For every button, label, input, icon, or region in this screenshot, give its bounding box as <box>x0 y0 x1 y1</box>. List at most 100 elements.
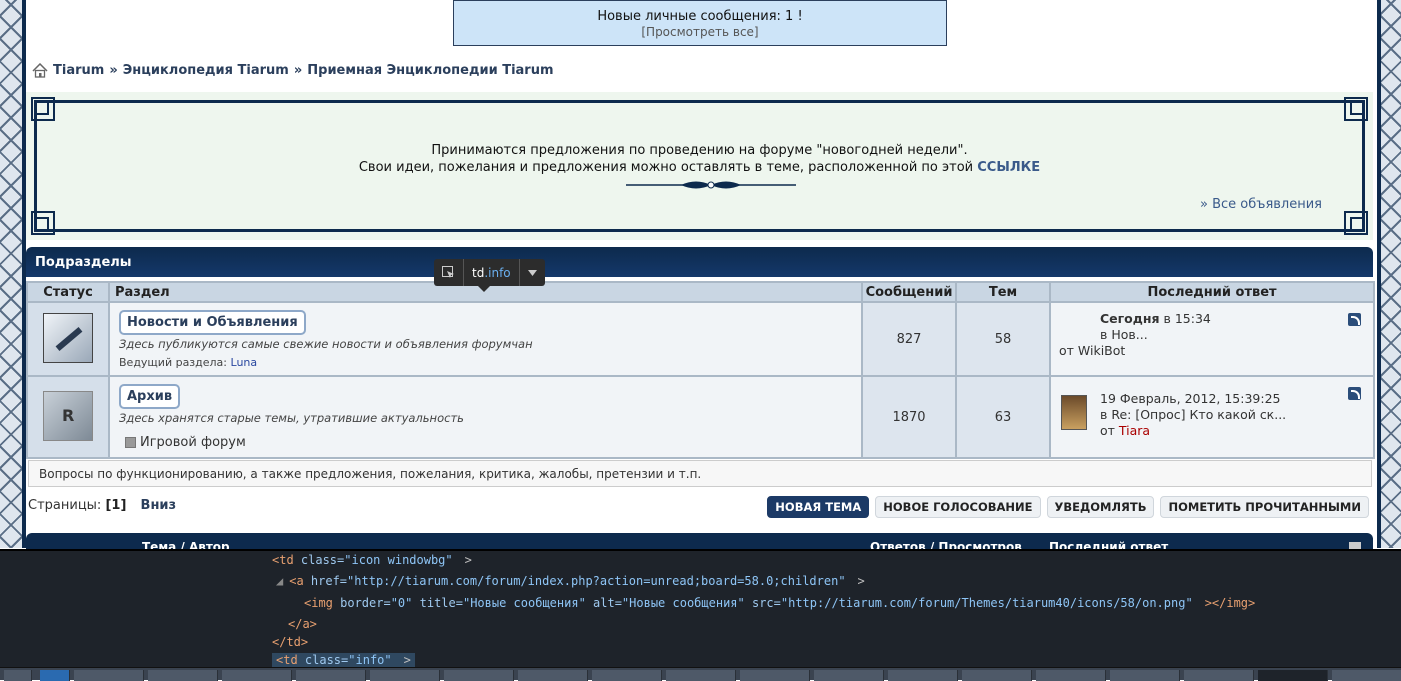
breadcrumb-slot[interactable] <box>592 670 662 681</box>
last-reply-topic-link[interactable]: в Нов... <box>1059 327 1365 342</box>
dom-tag: <td <box>272 553 294 567</box>
last-reply-author: от Tiara <box>1059 423 1365 438</box>
column-header-status: Статус <box>26 281 110 303</box>
new-poll-button[interactable]: НОВОЕ ГОЛОСОВАНИЕ <box>875 496 1041 518</box>
column-header-topic-author[interactable]: Тема / Автор <box>142 540 230 549</box>
breadcrumb-separator: » <box>293 63 303 78</box>
inspector-dropdown-icon[interactable] <box>520 259 545 286</box>
new-posts-icon[interactable] <box>43 312 93 363</box>
breadcrumb-slot[interactable] <box>962 670 1032 681</box>
board-last-reply-cell: 19 Февраль, 2012, 15:39:25 в Re: [Опрос]… <box>1049 375 1375 459</box>
dom-node-line-selected[interactable]: <td class="info" > <box>272 653 415 667</box>
view-all-pm-link[interactable]: [Просмотреть все] <box>454 25 946 39</box>
moderator-label: Ведущий раздела: <box>119 356 228 369</box>
announcement-link[interactable]: ССЫЛКЕ <box>977 160 1040 175</box>
last-reply-author-link[interactable]: Tiara <box>1119 423 1150 438</box>
boards-table: Статус Раздел Сообщений Тем Последний от… <box>26 281 1375 459</box>
board-last-reply-cell: Сегодня в 15:34 в Нов... от WikiBot <box>1049 301 1375 377</box>
breadcrumb-slot[interactable] <box>518 670 588 681</box>
frame-corner-ornament <box>31 97 61 127</box>
boards-table-header-row: Статус Раздел Сообщений Тем Последний от… <box>26 281 1375 303</box>
all-announcements-link[interactable]: » Все объявления <box>1200 197 1322 212</box>
dom-value: "info" <box>348 653 392 667</box>
go-down-link[interactable]: Вниз <box>141 498 177 513</box>
last-reply-author-link[interactable]: WikiBot <box>1078 343 1125 358</box>
dom-value: "http://tiarum.com/forum/Themes/tiarum40… <box>780 596 1193 610</box>
breadcrumb-slot[interactable] <box>1332 670 1401 681</box>
pages-label: Страницы: <box>28 498 102 513</box>
board-row: Новости и Объявления Здесь публикуются с… <box>26 301 1375 377</box>
breadcrumb-item-reception[interactable]: Приемная Энциклопедии Tiarum <box>307 63 553 78</box>
breadcrumb-slot-active[interactable] <box>1258 670 1328 681</box>
select-all-checkbox[interactable] <box>1349 542 1361 549</box>
current-page: [1] <box>105 498 127 513</box>
dom-tag-end: > <box>857 574 865 588</box>
breadcrumb-slot[interactable] <box>814 670 884 681</box>
column-header-last-reply: Последний ответ <box>1049 281 1375 303</box>
breadcrumb-slot[interactable] <box>4 670 32 681</box>
dom-attr: class= <box>297 653 349 667</box>
breadcrumb-slot[interactable] <box>888 670 958 681</box>
breadcrumb-slot[interactable] <box>296 670 366 681</box>
dom-node-line[interactable]: </a> <box>288 617 317 631</box>
breadcrumb-slot[interactable] <box>74 670 144 681</box>
devtools-html-panel: <td class="icon windowbg" > ◢ <a href="htt… <box>0 549 1401 667</box>
child-board-name[interactable]: Игровой форум <box>140 435 246 450</box>
home-icon <box>32 63 48 78</box>
dom-value: "Новые сообщения" <box>621 596 745 610</box>
dom-tag: <img <box>304 596 333 610</box>
breadcrumb-slot[interactable] <box>1036 670 1106 681</box>
breadcrumb-slot[interactable] <box>1110 670 1180 681</box>
dom-tag-end: > <box>403 653 411 667</box>
breadcrumb-slot[interactable] <box>444 670 514 681</box>
dom-tag-end: > <box>464 553 472 567</box>
breadcrumb-slot[interactable] <box>40 670 70 681</box>
mark-read-button[interactable]: ПОМЕТИТЬ ПРОЧИТАННЫМИ <box>1160 496 1369 518</box>
breadcrumb-slot[interactable] <box>1184 670 1254 681</box>
column-header-replies-views[interactable]: Ответов / Просмотров <box>870 540 1022 549</box>
last-reply-topic-link[interactable]: в Re: [Опрос] Кто какой ск... <box>1059 407 1365 422</box>
collapse-triangle-icon[interactable]: ◢ <box>276 574 283 588</box>
rss-icon[interactable] <box>1348 387 1361 400</box>
new-topic-button[interactable]: НОВАЯ ТЕМА <box>767 496 870 518</box>
inspector-class-name: .info <box>484 265 511 280</box>
inspector-tag-name: td <box>472 265 485 280</box>
left-ornament-border <box>0 0 22 548</box>
archive-board-icon[interactable] <box>43 390 93 441</box>
dom-value: "http://tiarum.com/forum/index.php?actio… <box>347 574 846 588</box>
avatar[interactable] <box>1061 395 1087 430</box>
board-name-link[interactable]: Новости и Объявления <box>119 310 306 335</box>
notify-button[interactable]: УВЕДОМЛЯТЬ <box>1046 496 1155 518</box>
pagination: Страницы: [1] Вниз <box>28 498 176 513</box>
rss-icon[interactable] <box>1348 313 1361 326</box>
dom-value: "0" <box>390 596 413 610</box>
breadcrumb-slot[interactable] <box>370 670 440 681</box>
board-info-bar: Вопросы по функционированию, а также пре… <box>28 460 1372 487</box>
breadcrumb: Tiarum » Энциклопедия Tiarum » Приемная … <box>32 63 554 78</box>
breadcrumb-slot[interactable] <box>666 670 736 681</box>
last-reply-date: Сегодня в 15:34 <box>1059 311 1365 326</box>
board-name-link[interactable]: Архив <box>119 384 181 409</box>
breadcrumb-slot[interactable] <box>148 670 218 681</box>
board-status-cell <box>26 301 110 377</box>
dom-tag: </td> <box>272 635 309 649</box>
dom-node-line[interactable]: <img border="0" title="Новые сообщения" … <box>304 596 1255 610</box>
column-header-last-reply-sort[interactable]: Последний ответ <box>1049 540 1168 549</box>
board-row: Архив Здесь хранятся старые темы, утрати… <box>26 375 1375 459</box>
breadcrumb-slot[interactable] <box>222 670 292 681</box>
announcement-frame: Принимаются предложения по проведению на… <box>31 97 1368 235</box>
child-board-item[interactable]: Игровой форум <box>119 435 853 450</box>
frame-corner-ornament <box>1338 205 1368 235</box>
breadcrumb-item-encyclopedia[interactable]: Энциклопедия Tiarum <box>123 63 289 78</box>
board-description: Здесь публикуются самые свежие новости и… <box>119 337 533 351</box>
moderator-link[interactable]: Luna <box>231 356 258 369</box>
dom-node-line[interactable]: </td> <box>272 635 308 649</box>
dom-node-line[interactable]: ◢ <a href="http://tiarum.com/forum/index.… <box>276 574 865 588</box>
subsections-header: Подразделы <box>26 247 1373 277</box>
breadcrumb-slot[interactable] <box>740 670 810 681</box>
breadcrumb-item-tiarum[interactable]: Tiarum <box>53 63 104 78</box>
divider-ornament-icon <box>626 181 796 189</box>
dom-tag: <a <box>289 574 304 588</box>
inspector-pick-icon[interactable] <box>434 259 464 286</box>
dom-node-line[interactable]: <td class="icon windowbg" > <box>272 553 472 567</box>
